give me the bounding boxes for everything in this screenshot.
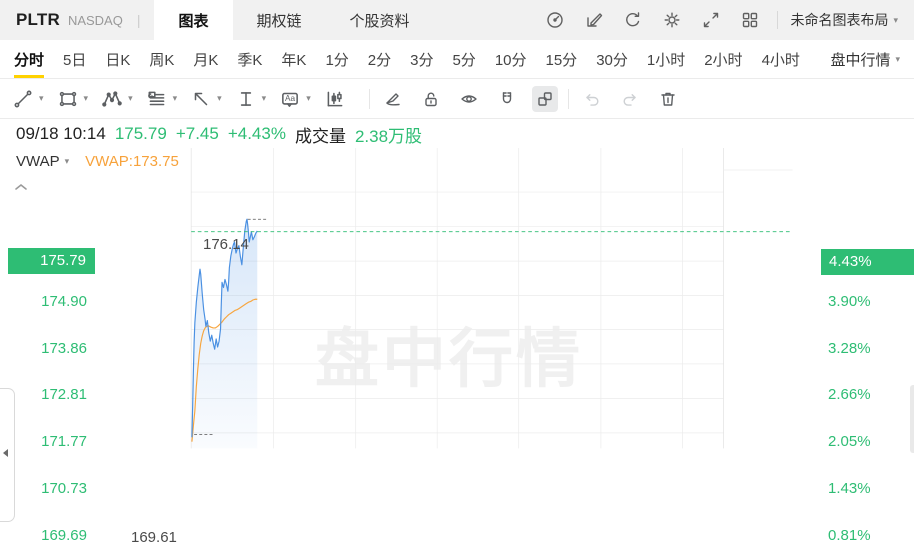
layout-name-label: 未命名图表布局: [790, 12, 889, 28]
header-tab[interactable]: 图表: [154, 0, 233, 40]
timeframe-items: 分时 5日 日K 周K 月K 季K 年K 1分 2分 3分 5分 10分 15分 30分 1小时 2小时 4小时: [14, 40, 819, 78]
toolbar-history: [579, 86, 681, 112]
chart-canvas[interactable]: [0, 148, 914, 557]
chevron-down-icon: ▾: [261, 93, 267, 103]
chevron-down-icon: ▾: [217, 93, 222, 103]
trading-app-window: PLTR NASDAQ | 图表 期权链 个股资料 未命名图表布局 ▾ 分时 5…: [0, 0, 914, 557]
timeframe-item[interactable]: 周K: [149, 40, 174, 78]
quote-change-pct: +4.43%: [227, 124, 286, 143]
market-view-label: 盘中行情: [830, 51, 891, 69]
undo-icon[interactable]: [579, 86, 605, 112]
measure-tool[interactable]: ▾: [235, 88, 267, 110]
chevron-down-icon: ▾: [172, 93, 178, 103]
timeframe-item[interactable]: 30分: [596, 40, 628, 78]
header-divider: |: [136, 12, 141, 28]
chart-area: 盘中行情 VWAP ▾ VWAP:173.75 174.90 3.90% 173.8…: [0, 148, 914, 557]
drawing-toolbar: ▾ ▾ ▾ ▾ ▾ ▾ Aa ▾: [0, 79, 914, 119]
drawer-grip-icon: [3, 449, 8, 457]
timeframe-bar: 分时 5日 日K 周K 月K 季K 年K 1分 2分 3分 5分 10分 15分 30分 1小时 2小时 4小时…: [0, 40, 914, 79]
candlestick-pattern-tool[interactable]: [324, 88, 346, 110]
timeframe-item[interactable]: 1小时: [647, 40, 685, 78]
header-spacer: [434, 0, 545, 40]
toolbar-actions: [380, 85, 558, 112]
header-icons: [544, 0, 765, 40]
timeframe-item[interactable]: 15分: [546, 40, 578, 78]
timeframe-item[interactable]: 1分: [325, 40, 348, 78]
chart-layout-selector[interactable]: 未命名图表布局 ▾: [790, 0, 914, 40]
header-tabs: 图表 期权链 个股资料: [154, 0, 433, 40]
svg-text:Aa: Aa: [285, 94, 296, 103]
wave-pattern-tool[interactable]: ▾: [101, 88, 133, 110]
timeframe-item[interactable]: 年K: [281, 40, 306, 78]
rectangle-tool[interactable]: ▾: [57, 88, 89, 110]
arrow-tool[interactable]: ▾: [190, 88, 222, 110]
refresh-icon[interactable]: [622, 9, 644, 31]
toolbar-separator: [368, 88, 370, 109]
sync-drawings-icon[interactable]: [531, 85, 558, 112]
collapse-panel-chevron[interactable]: [13, 179, 29, 190]
unlock-icon[interactable]: [418, 86, 444, 112]
timeframe-item[interactable]: 10分: [495, 40, 527, 78]
timeframe-item[interactable]: 5分: [452, 40, 475, 78]
indicator-name: VWAP: [16, 153, 60, 170]
symbol-group: PLTR NASDAQ |: [0, 0, 154, 40]
header-tab[interactable]: 个股资料: [326, 0, 434, 40]
header-tab[interactable]: 期权链: [233, 0, 326, 40]
timeframe-item[interactable]: 2小时: [704, 40, 742, 78]
left-drawer-handle[interactable]: [0, 388, 15, 522]
chevron-down-icon: ▾: [895, 53, 900, 64]
delete-trash-icon[interactable]: [655, 86, 681, 112]
timeframe-item[interactable]: 日K: [105, 40, 130, 78]
chevron-down-icon: ▾: [893, 14, 898, 25]
quote-change: +7.45: [175, 124, 219, 143]
timeframe-item[interactable]: 2分: [368, 40, 391, 78]
performance-gauge-icon[interactable]: [544, 9, 566, 31]
timeframe-item[interactable]: 4小时: [762, 40, 800, 78]
layout-grid-icon[interactable]: [739, 9, 761, 31]
timeframe-item[interactable]: 3分: [410, 40, 433, 78]
chevron-down-icon: ▾: [39, 93, 44, 103]
edit-chart-icon[interactable]: [583, 9, 605, 31]
header-bar: PLTR NASDAQ | 图表 期权链 个股资料 未命名图表布局 ▾: [0, 0, 914, 40]
volume-label: 成交量: [294, 126, 346, 146]
fullscreen-icon[interactable]: [700, 9, 722, 31]
chevron-down-icon: ▾: [306, 93, 311, 103]
indicator-value: VWAP:173.75: [85, 153, 179, 170]
quote-price: 175.79: [114, 124, 167, 143]
timeframe-item[interactable]: 季K: [237, 40, 262, 78]
magnet-icon[interactable]: [494, 86, 520, 112]
draw-mode-icon[interactable]: [380, 86, 406, 112]
redo-icon[interactable]: [617, 86, 643, 112]
indicator-legend[interactable]: VWAP ▾ VWAP:173.75: [16, 153, 179, 170]
chevron-down-icon: ▾: [64, 156, 70, 166]
gann-lines-tool[interactable]: ▾: [146, 88, 178, 110]
quote-datetime: 09/18 10:14: [16, 124, 106, 143]
settings-gear-icon[interactable]: [661, 9, 683, 31]
timeframe-item[interactable]: 分时: [14, 40, 45, 78]
visibility-eye-icon[interactable]: [456, 86, 482, 112]
exchange-label: NASDAQ: [67, 12, 123, 28]
market-view-selector[interactable]: 盘中行情 ▾: [830, 40, 900, 78]
volume-value: 2.38万股: [354, 126, 423, 146]
trend-line-tool[interactable]: ▾: [12, 88, 44, 110]
chevron-down-icon: ▾: [128, 93, 133, 103]
text-annotation-tool[interactable]: Aa ▾: [279, 88, 311, 110]
timeframe-item[interactable]: 5日: [63, 40, 86, 78]
quote-bar: 09/18 10:14 175.79 +7.45 +4.43% 成交量 2.38…: [0, 119, 914, 149]
toolbar-separator: [567, 88, 569, 109]
symbol-ticker: PLTR: [16, 10, 60, 29]
timeframe-item[interactable]: 月K: [193, 40, 218, 78]
header-separator: [777, 11, 779, 29]
chevron-down-icon: ▾: [83, 93, 89, 103]
right-edge-strip: [910, 385, 914, 453]
